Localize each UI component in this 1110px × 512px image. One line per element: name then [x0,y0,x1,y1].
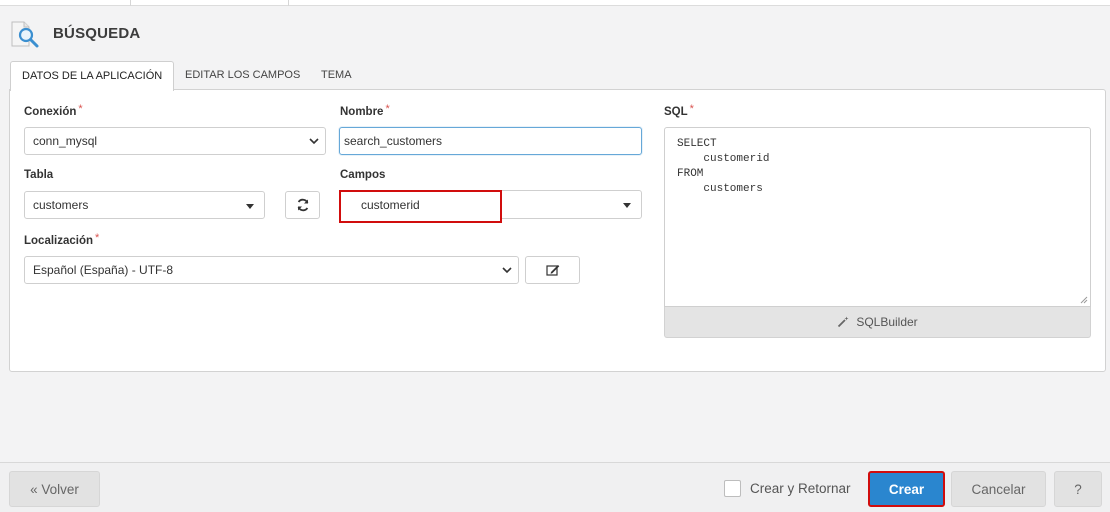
fields-label: Campos [340,169,386,181]
refresh-button[interactable] [285,191,320,219]
footer-bar: « Volver Crear y Retornar Crear Cancelar… [0,462,1110,512]
page-header: BÚSQUEDA [0,6,1110,52]
sqlbuilder-label: SQLBuilder [856,315,918,329]
cancel-button[interactable]: Cancelar [951,471,1046,507]
sql-textarea[interactable]: SELECT customerid FROM customers [664,127,1091,307]
name-input[interactable]: search_customers [339,127,642,155]
caret-down-icon [623,203,631,208]
table-label: Tabla [24,169,54,181]
create-and-return-label: Crear y Retornar [750,481,851,496]
name-label: Nombre * [340,103,390,118]
locale-label: Localización * [24,232,100,247]
chevron-down-icon [502,267,512,274]
help-button[interactable]: ? [1054,471,1102,507]
caret-down-icon [246,204,254,209]
magic-wand-icon [838,316,849,328]
connection-label: Conexión * [24,103,83,118]
connection-select[interactable]: conn_mysql [24,127,326,155]
create-and-return-checkbox[interactable] [724,480,741,497]
resize-grip-icon[interactable] [1080,296,1088,304]
back-button[interactable]: « Volver [9,471,100,507]
page-title: BÚSQUEDA [53,25,141,42]
locale-select[interactable]: Español (España) - UTF-8 [24,256,519,284]
edit-icon [545,265,559,276]
chevron-down-icon [309,138,319,145]
tab-theme[interactable]: TEMA [321,61,352,90]
edit-locale-button[interactable] [525,256,580,284]
fields-selected-value[interactable]: customerid [339,190,502,223]
tab-application-data[interactable]: DATOS DE LA APLICACIÓN [10,61,175,91]
sql-label: SQL * [664,103,694,118]
search-file-icon [10,20,40,50]
sqlbuilder-button[interactable]: SQLBuilder [664,307,1091,338]
tab-edit-fields[interactable]: EDITAR LOS CAMPOS [185,61,300,90]
refresh-icon [297,198,308,212]
table-select[interactable]: customers [24,191,265,219]
create-button[interactable]: Crear [868,471,945,507]
